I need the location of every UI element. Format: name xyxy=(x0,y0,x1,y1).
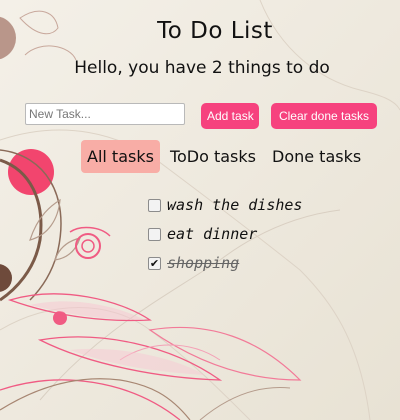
task-toolbar: Add task Clear done tasks xyxy=(25,103,395,129)
clear-done-tasks-button[interactable]: Clear done tasks xyxy=(271,103,377,129)
task-text: eat dinner xyxy=(167,225,258,243)
tab-all-tasks[interactable]: All tasks xyxy=(81,139,160,173)
task-item: ✔ shopping xyxy=(148,254,348,272)
tab-done-tasks[interactable]: Done tasks xyxy=(266,140,367,173)
task-filter-tabs: All tasks ToDo tasks Done tasks xyxy=(81,138,367,174)
tasks-summary-text: Hello, you have 2 things to do xyxy=(74,58,330,78)
checkbox-icon[interactable] xyxy=(148,198,161,212)
task-text: wash the dishes xyxy=(167,196,303,214)
task-item: wash the dishes xyxy=(148,196,348,214)
task-list: wash the dishes eat dinner ✔ shopping xyxy=(148,196,348,283)
task-text: shopping xyxy=(167,254,240,272)
checkbox-icon[interactable]: ✔ xyxy=(148,256,161,270)
checkbox-icon[interactable] xyxy=(148,227,161,241)
tasks-summary: Hello, you have 2 things to do xyxy=(0,58,400,78)
add-task-button[interactable]: Add task xyxy=(201,103,259,129)
tab-todo-tasks[interactable]: ToDo tasks xyxy=(164,140,262,173)
checkmark-icon: ✔ xyxy=(149,256,160,270)
new-task-input[interactable] xyxy=(25,103,185,125)
page-title: To Do List xyxy=(157,18,273,44)
app-container: To Do List Hello, you have 2 things to d… xyxy=(0,0,400,420)
task-item: eat dinner xyxy=(148,225,348,243)
